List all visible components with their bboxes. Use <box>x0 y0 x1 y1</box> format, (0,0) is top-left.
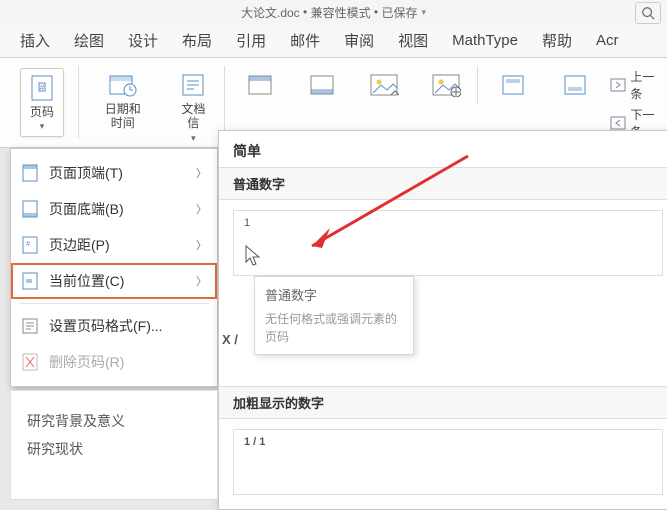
chevron-right-icon: 〉 <box>196 165 209 181</box>
search-icon <box>641 6 655 20</box>
tab-view[interactable]: 视图 <box>386 22 440 59</box>
page-margin-icon: # <box>19 236 41 254</box>
ribbon-tabs: 插入 绘图 设计 布局 引用 邮件 审阅 视图 MathType 帮助 Acr <box>0 24 667 58</box>
menu-page-top-label: 页面顶端(T) <box>41 163 196 183</box>
footer-button[interactable] <box>305 68 339 102</box>
doc-info-icon <box>178 70 208 100</box>
page-number-icon: # <box>27 73 57 103</box>
menu-page-bottom-label: 页面底端(B) <box>41 199 196 219</box>
header-button[interactable] <box>243 68 277 102</box>
title-dd[interactable]: ▾ <box>421 7 426 18</box>
tab-draw[interactable]: 绘图 <box>62 22 116 59</box>
tooltip-desc: 无任何格式或强调元素的页码 <box>265 310 403 346</box>
title-bar: 大论文.doc • 兼容性模式 • 已保存 ▾ <box>0 0 667 24</box>
menu-remove-page-number: 删除页码(R) <box>11 344 217 380</box>
tab-acrobat[interactable]: Acr <box>584 24 631 57</box>
chevron-right-icon: 〉 <box>196 201 209 217</box>
chevron-right-icon: 〉 <box>196 237 209 253</box>
search-button[interactable] <box>635 2 661 24</box>
doc-line-1: 研究背景及意义 <box>27 407 201 435</box>
gallery-preview-bold[interactable]: 1 / 1 <box>233 429 663 495</box>
date-time-button[interactable]: 日期和时间 <box>97 68 148 133</box>
page-number-button[interactable]: # 页码 ▾ <box>20 68 64 137</box>
menu-format-page-number[interactable]: 设置页码格式(F)... <box>11 308 217 344</box>
title-mode: 兼容性模式 <box>311 4 371 21</box>
tab-review[interactable]: 审阅 <box>332 22 386 59</box>
title-status: 已保存 <box>381 4 417 21</box>
tab-references[interactable]: 引用 <box>224 22 278 59</box>
tab-insert[interactable]: 插入 <box>0 22 62 59</box>
page-number-label: 页码 <box>30 105 54 119</box>
menu-page-margin[interactable]: # 页边距(P) 〉 <box>11 227 217 263</box>
date-time-icon <box>108 70 138 100</box>
square-button-2[interactable] <box>558 68 592 102</box>
tab-mathtype[interactable]: MathType <box>440 24 530 57</box>
preview-bold-number: 1 / 1 <box>244 436 265 448</box>
online-picture-button[interactable] <box>429 68 463 102</box>
picture-button[interactable] <box>367 68 401 102</box>
picture-icon <box>369 70 399 100</box>
footer-icon <box>307 70 337 100</box>
date-time-label: 日期和时间 <box>99 102 146 131</box>
square-icon-2 <box>560 70 590 100</box>
prev-icon <box>610 76 626 94</box>
page-number-menu: 页面顶端(T) 〉 页面底端(B) 〉 # 页边距(P) 〉 当前位置(C) 〉… <box>10 148 218 387</box>
square-icon-1 <box>498 70 528 100</box>
menu-page-bottom[interactable]: 页面底端(B) 〉 <box>11 191 217 227</box>
doc-info-button[interactable]: 文档信 ▾ <box>176 68 210 146</box>
remove-icon <box>19 353 41 371</box>
menu-current-position[interactable]: 当前位置(C) 〉 <box>11 263 217 299</box>
doc-info-label: 文档信 <box>178 102 208 131</box>
preview-plain-number: 1 <box>244 217 250 229</box>
title-dot: • <box>300 5 311 19</box>
menu-current-position-label: 当前位置(C) <box>41 271 196 291</box>
tab-help[interactable]: 帮助 <box>530 22 584 59</box>
gallery-header: 简单 <box>219 131 667 167</box>
square-button-1[interactable] <box>496 68 530 102</box>
tooltip-title: 普通数字 <box>265 285 403 304</box>
tooltip: 普通数字 无任何格式或强调元素的页码 <box>254 276 414 355</box>
doc-line-2: 研究现状 <box>27 435 201 463</box>
gallery-preview-plain[interactable]: 1 <box>233 210 663 276</box>
title-dot2: • <box>371 5 382 19</box>
menu-remove-label: 删除页码(R) <box>41 352 209 372</box>
menu-separator <box>19 303 209 304</box>
page-bottom-icon <box>19 200 41 218</box>
menu-format-label: 设置页码格式(F)... <box>41 316 209 336</box>
document-content: 研究背景及意义 研究现状 <box>10 390 218 500</box>
page-top-icon <box>19 164 41 182</box>
menu-page-top[interactable]: 页面顶端(T) 〉 <box>11 155 217 191</box>
x-slash-label: X / <box>222 332 238 347</box>
current-position-icon <box>19 272 41 290</box>
tab-layout[interactable]: 布局 <box>170 22 224 59</box>
gallery-section-plain: 普通数字 <box>219 167 667 200</box>
title-doc-name: 大论文.doc <box>241 4 300 21</box>
header-icon <box>245 70 275 100</box>
gallery-section-bold: 加粗显示的数字 <box>219 386 667 419</box>
svg-text:#: # <box>40 83 45 92</box>
tab-design[interactable]: 设计 <box>116 22 170 59</box>
prev-label: 上一条 <box>630 68 657 102</box>
tab-mailings[interactable]: 邮件 <box>278 22 332 59</box>
online-picture-icon <box>431 70 461 100</box>
format-icon <box>19 318 41 334</box>
chevron-right-icon: 〉 <box>196 273 209 289</box>
page-number-dd-icon: ▾ <box>40 121 45 132</box>
svg-text:#: # <box>26 241 30 248</box>
menu-page-margin-label: 页边距(P) <box>41 235 196 255</box>
prev-button[interactable]: 上一条 <box>610 68 657 102</box>
